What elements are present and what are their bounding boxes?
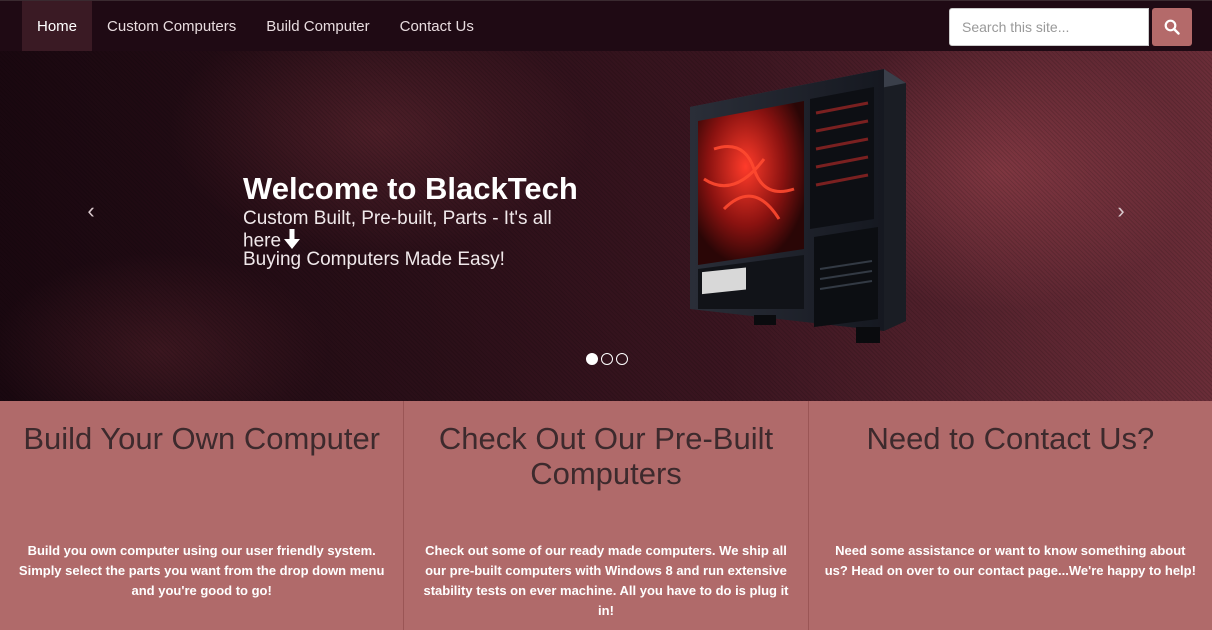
navbar: Home Custom Computers Build Computer Con… <box>0 0 1212 52</box>
nav-item-contact-us[interactable]: Contact Us <box>385 1 489 52</box>
feature-title[interactable]: Need to Contact Us? <box>809 401 1212 456</box>
nav-item-build-computer[interactable]: Build Computer <box>251 1 384 52</box>
feature-description: Check out some of our ready made compute… <box>423 543 789 618</box>
feature-build-your-own: Build Your Own Computer Build you own co… <box>0 401 403 630</box>
hero-carousel: ‹ › Welcome to BlackTech Custom Built, P… <box>0 51 1212 401</box>
search-form <box>949 8 1192 46</box>
search-input[interactable] <box>949 8 1149 46</box>
feature-title[interactable]: Build Your Own Computer <box>0 401 403 456</box>
nav-menu: Home Custom Computers Build Computer Con… <box>22 1 489 52</box>
feature-contact: Need to Contact Us? Need some assistance… <box>807 401 1212 630</box>
carousel-indicator-2[interactable] <box>601 353 613 365</box>
feature-description: Build you own computer using our user fr… <box>18 543 385 598</box>
features-section: Build Your Own Computer Build you own co… <box>0 401 1212 630</box>
carousel-indicators <box>586 353 628 365</box>
nav-item-home[interactable]: Home <box>22 1 93 52</box>
hero-subtitle: Custom Built, Pre-built, Parts - It's al… <box>243 209 573 254</box>
search-icon <box>1164 19 1180 35</box>
feature-description: Need some assistance or want to know som… <box>824 543 1196 578</box>
feature-pre-built: Check Out Our Pre-Built Computers Check … <box>403 401 807 630</box>
hero-title: Welcome to BlackTech <box>243 171 578 206</box>
computer-case-image <box>690 69 906 343</box>
feature-title[interactable]: Check Out Our Pre-Built Computers <box>404 401 807 491</box>
carousel-indicator-3[interactable] <box>616 353 628 365</box>
carousel-indicator-1[interactable] <box>586 353 598 365</box>
hero-tagline: Buying Computers Made Easy! <box>243 249 505 270</box>
carousel-next-button[interactable]: › <box>1106 196 1136 226</box>
search-button[interactable] <box>1152 8 1192 46</box>
nav-item-custom-computers[interactable]: Custom Computers <box>92 1 251 52</box>
carousel-prev-button[interactable]: ‹ <box>76 196 106 226</box>
